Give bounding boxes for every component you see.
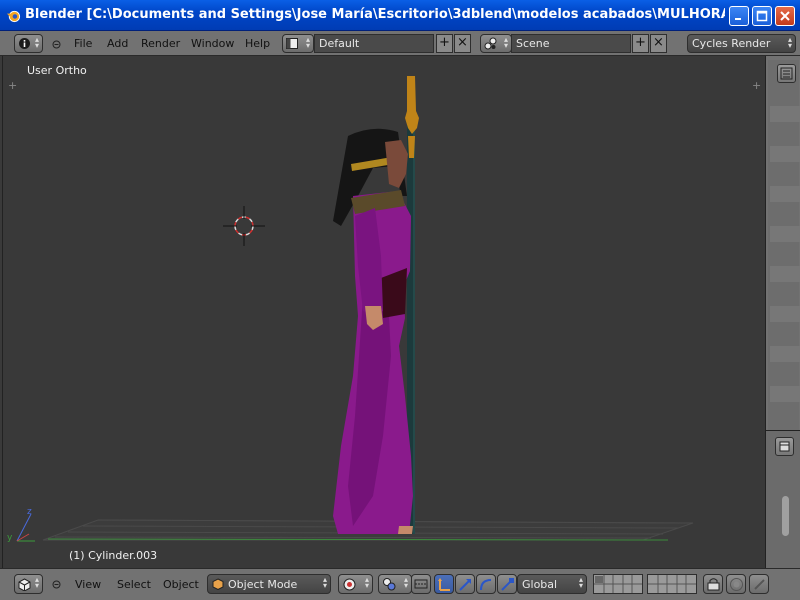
menu-select[interactable]: Select <box>117 578 151 591</box>
dropdown-arrows-icon: ▴ ▾ <box>364 575 369 590</box>
menu-object[interactable]: Object <box>163 578 199 591</box>
dropdown-arrows-icon: ▴ ▾ <box>305 35 310 50</box>
translate-tool-button[interactable] <box>455 574 475 594</box>
window-title-bar: Blender [C:\Documents and Settings\Jose … <box>0 0 800 31</box>
editor-type-button[interactable]: ▴ ▾ <box>14 34 43 53</box>
object-mode-icon <box>212 578 224 590</box>
dropdown-arrows-icon: ▴ ▾ <box>787 35 792 50</box>
lock-camera-button[interactable] <box>703 574 723 594</box>
translate-icon <box>438 578 450 591</box>
viewport-shading-icon <box>343 578 356 591</box>
3d-view-header: ▴ ▾ View Select Object Object Mode ▴ ▾ ▴ ▾ … <box>0 568 800 600</box>
layers-group-2[interactable] <box>647 574 697 594</box>
scene-icon <box>484 37 497 50</box>
menu-add[interactable]: Add <box>107 37 128 50</box>
outliner-editor-type-button[interactable] <box>777 64 796 83</box>
screen-layout-field[interactable]: Default <box>314 34 434 53</box>
active-object-label: (1) Cylinder.003 <box>69 549 158 562</box>
dropdown-arrows-icon: ▴ ▾ <box>403 575 408 590</box>
add-screen-button[interactable]: + <box>436 34 453 53</box>
render-engine-dropdown[interactable]: Cycles Render ▴ ▾ <box>687 34 796 53</box>
info-header: ▴ ▾ File Add Render Window Help ▴ ▾ Defaul… <box>0 31 800 56</box>
add-scene-button[interactable]: + <box>632 34 649 53</box>
menu-file[interactable]: File <box>74 37 92 50</box>
delete-screen-button[interactable]: × <box>454 34 471 53</box>
viewport-shading-button[interactable]: ▴ ▾ <box>338 574 373 594</box>
translate-manipulator-button[interactable] <box>434 574 454 594</box>
properties-scrollbar[interactable] <box>782 496 789 536</box>
scale-tool-button[interactable] <box>497 574 517 594</box>
blender-logo-icon <box>6 10 21 23</box>
dropdown-arrows-icon: ▴ ▾ <box>503 35 508 50</box>
cube-icon <box>18 578 31 591</box>
outliner-icon <box>780 67 793 80</box>
maximize-icon <box>756 10 768 22</box>
proportional-editing-button[interactable] <box>726 574 746 594</box>
rotate-tool-button[interactable] <box>476 574 496 594</box>
manipulator-icon <box>414 579 428 589</box>
x-icon: × <box>457 35 468 50</box>
plus-icon: + <box>635 35 646 50</box>
move-arrow-icon <box>459 579 471 591</box>
scale-icon <box>501 578 514 591</box>
lock-icon <box>707 578 720 591</box>
transform-orientation-label: Global <box>522 578 558 591</box>
rotate-icon <box>480 579 492 591</box>
minimize-button[interactable] <box>729 6 749 26</box>
proportional-icon <box>730 578 743 591</box>
manipulator-toggle-button[interactable] <box>411 574 431 594</box>
window-title: Blender [C:\Documents and Settings\Jose … <box>25 7 725 22</box>
view3d-editor-type-button[interactable]: ▴ ▾ <box>14 574 43 594</box>
render-engine-label: Cycles Render <box>692 37 771 50</box>
snap-icon <box>754 579 765 590</box>
layers-icon <box>648 575 696 593</box>
dropdown-arrows-icon: ▴ ▾ <box>34 35 39 50</box>
x-icon: × <box>653 35 664 50</box>
axis-y-label: y <box>7 533 13 543</box>
close-window-button[interactable] <box>775 6 795 26</box>
right-editor-panel <box>765 56 800 569</box>
screen-layout-button[interactable]: ▴ ▾ <box>282 34 314 53</box>
dropdown-arrows-icon: ▴ ▾ <box>34 575 39 590</box>
interaction-mode-label: Object Mode <box>228 578 298 591</box>
scene-field[interactable]: Scene <box>511 34 631 53</box>
menu-render[interactable]: Render <box>141 37 180 50</box>
scene-button[interactable]: ▴ ▾ <box>480 34 512 53</box>
layers-group-1[interactable] <box>593 574 643 594</box>
viewport-scene <box>16 76 694 542</box>
screen-layout-icon <box>286 38 298 49</box>
info-editor-icon <box>19 38 30 49</box>
menu-view[interactable]: View <box>75 578 101 591</box>
snap-button[interactable] <box>749 574 769 594</box>
collapse-menus-icon[interactable] <box>52 40 61 49</box>
menu-window[interactable]: Window <box>191 37 234 50</box>
pivot-point-button[interactable]: ▴ ▾ <box>378 574 412 594</box>
dropdown-arrows-icon: ▴ ▾ <box>578 575 583 590</box>
layers-icon <box>594 575 642 593</box>
3d-viewport[interactable]: User Ortho + + y z (1) Cylinder.003 <box>2 56 765 568</box>
axis-z-label: z <box>27 507 32 517</box>
priestess-model <box>333 128 413 534</box>
axis-gizmo-icon <box>16 513 35 542</box>
menu-help[interactable]: Help <box>245 37 270 50</box>
maximize-button[interactable] <box>752 6 772 26</box>
interaction-mode-dropdown[interactable]: Object Mode ▴ ▾ <box>207 574 331 594</box>
minimize-icon <box>735 18 741 20</box>
outliner-area[interactable] <box>768 60 800 430</box>
close-icon <box>780 11 790 21</box>
properties-area[interactable] <box>766 430 800 569</box>
properties-editor-type-button[interactable] <box>775 437 794 456</box>
transform-orientation-dropdown[interactable]: Global ▴ ▾ <box>517 574 587 594</box>
dropdown-arrows-icon: ▴ ▾ <box>322 575 327 590</box>
pivot-icon <box>383 578 396 591</box>
3d-cursor-icon <box>223 206 265 246</box>
properties-icon <box>779 441 790 452</box>
delete-scene-button[interactable]: × <box>650 34 667 53</box>
collapse-menus-icon[interactable] <box>52 580 61 589</box>
plus-icon: + <box>439 35 450 50</box>
